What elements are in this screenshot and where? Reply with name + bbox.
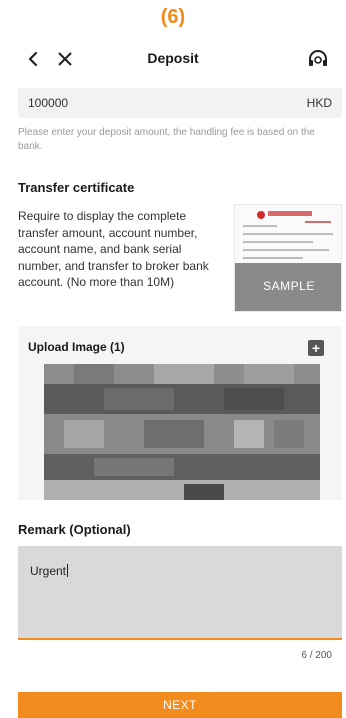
pixel-block: [74, 364, 114, 384]
pixel-block: [224, 388, 284, 410]
top-bar: Deposit: [0, 44, 346, 76]
pixel-block: [154, 364, 214, 384]
sample-label: SAMPLE: [263, 279, 315, 293]
pixel-block: [104, 388, 174, 410]
remark-text: Urgent: [30, 564, 69, 578]
uploaded-image-thumbnail[interactable]: [44, 364, 320, 500]
pixel-block: [94, 458, 174, 476]
remark-value: Urgent: [30, 564, 67, 578]
sample-line: [243, 241, 313, 243]
sample-certificate-image[interactable]: SAMPLE: [234, 204, 342, 312]
deposit-amount-field[interactable]: 100000 HKD: [18, 88, 342, 118]
pixel-block: [234, 420, 264, 448]
pixel-block: [244, 364, 294, 384]
pixel-block: [274, 420, 304, 448]
pixel-block: [44, 454, 320, 480]
upload-image-card: Upload Image (1) +: [18, 326, 342, 500]
remark-title: Remark (Optional): [18, 522, 131, 537]
pixel-block: [184, 484, 224, 500]
bank-logo-text-mark: [268, 211, 312, 216]
pixel-block: [44, 480, 320, 500]
pixel-block: [64, 420, 104, 448]
bank-logo-icon: [257, 211, 265, 219]
upload-image-label: Upload Image (1): [28, 340, 125, 354]
amount-hint: Please enter your deposit amount, the ha…: [18, 127, 315, 152]
amount-value: 100000: [28, 96, 69, 110]
headset-icon[interactable]: [306, 48, 330, 72]
page-title: Deposit: [147, 50, 199, 66]
sample-document-preview: [235, 205, 341, 263]
step-number-label: (6): [160, 6, 186, 28]
sample-line: [305, 221, 331, 223]
transfer-certificate-description: Require to display the complete transfer…: [18, 209, 209, 289]
plus-icon[interactable]: +: [308, 340, 324, 356]
currency-label: HKD: [306, 96, 332, 110]
sample-line: [243, 225, 277, 227]
sample-line: [243, 257, 303, 259]
sample-line: [243, 249, 329, 251]
transfer-certificate-title: Transfer certificate: [18, 180, 135, 195]
sample-line: [243, 233, 333, 235]
text-caret: [67, 564, 69, 577]
next-button[interactable]: NEXT: [18, 692, 342, 718]
character-counter: 6 / 200: [301, 650, 332, 661]
remark-input[interactable]: Urgent: [18, 546, 342, 640]
pixel-block: [144, 420, 204, 448]
